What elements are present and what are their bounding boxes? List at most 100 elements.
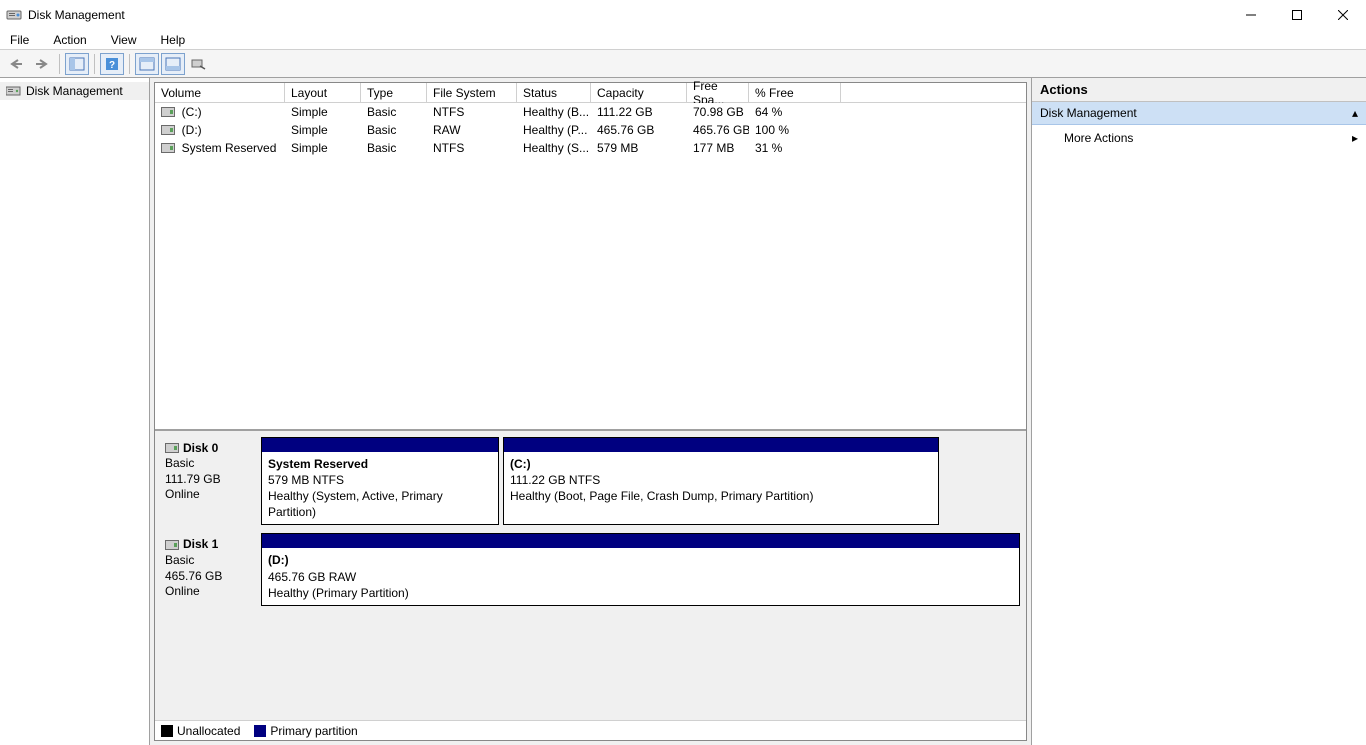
partition-name: (C:) — [510, 456, 932, 472]
actions-header: Actions — [1032, 78, 1366, 102]
cell-type: Basic — [361, 140, 427, 156]
col-layout[interactable]: Layout — [285, 83, 361, 102]
cell-capacity: 579 MB — [591, 140, 687, 156]
window-title: Disk Management — [28, 8, 125, 22]
disk-state: Online — [165, 487, 253, 503]
close-button[interactable] — [1320, 0, 1366, 30]
col-capacity[interactable]: Capacity — [591, 83, 687, 102]
partition-detail: 111.22 GB NTFS — [510, 472, 932, 488]
col-status[interactable]: Status — [517, 83, 591, 102]
cell-volume: System Reserved — [182, 141, 277, 155]
partition-name: (D:) — [268, 552, 1013, 568]
center-pane: Volume Layout Type File System Status Ca… — [150, 78, 1032, 745]
col-type[interactable]: Type — [361, 83, 427, 102]
disk-icon — [165, 443, 179, 453]
cell-pct: 31 % — [749, 140, 841, 156]
partition-status: Healthy (Primary Partition) — [268, 585, 1013, 601]
settings-button[interactable] — [187, 53, 211, 75]
menubar: File Action View Help — [0, 30, 1366, 50]
toolbar: ? — [0, 50, 1366, 78]
maximize-button[interactable] — [1274, 0, 1320, 30]
partition-bar — [504, 438, 938, 452]
volume-table-header: Volume Layout Type File System Status Ca… — [155, 83, 1026, 103]
disk-management-icon — [6, 84, 22, 98]
partition[interactable]: System Reserved 579 MB NTFS Healthy (Sys… — [261, 437, 499, 526]
disk-state: Online — [165, 584, 253, 600]
cell-layout: Simple — [285, 104, 361, 120]
collapse-icon: ▴ — [1352, 106, 1358, 120]
legend-label-primary: Primary partition — [270, 724, 357, 738]
app-icon — [6, 7, 22, 23]
forward-button[interactable] — [30, 53, 54, 75]
col-filesystem[interactable]: File System — [427, 83, 517, 102]
disk-info[interactable]: Disk 1 Basic 465.76 GB Online — [161, 533, 257, 606]
partition-bar — [262, 438, 498, 452]
actions-section[interactable]: Disk Management ▴ — [1032, 102, 1366, 125]
disk-row: Disk 0 Basic 111.79 GB Online System Res… — [161, 437, 1020, 526]
cell-type: Basic — [361, 104, 427, 120]
cell-status: Healthy (B... — [517, 104, 591, 120]
menu-action[interactable]: Action — [49, 31, 90, 49]
help-button[interactable]: ? — [100, 53, 124, 75]
cell-layout: Simple — [285, 122, 361, 138]
view-toggle-2-button[interactable] — [135, 53, 159, 75]
legend-swatch-primary — [254, 725, 266, 737]
partition[interactable]: (D:) 465.76 GB RAW Healthy (Primary Part… — [261, 533, 1020, 606]
partition[interactable]: (C:) 111.22 GB NTFS Healthy (Boot, Page … — [503, 437, 939, 526]
disk-graphical-area: Disk 0 Basic 111.79 GB Online System Res… — [155, 429, 1026, 720]
disk-name: Disk 1 — [183, 537, 218, 553]
tree-pane: Disk Management — [0, 78, 150, 745]
cell-fs: RAW — [427, 122, 517, 138]
disk-info[interactable]: Disk 0 Basic 111.79 GB Online — [161, 437, 257, 526]
cell-fs: NTFS — [427, 104, 517, 120]
cell-fs: NTFS — [427, 140, 517, 156]
table-row[interactable]: System Reserved Simple Basic NTFS Health… — [155, 139, 1026, 157]
volume-table-body: (C:) Simple Basic NTFS Healthy (B... 111… — [155, 103, 1026, 429]
disk-type: Basic — [165, 553, 253, 569]
minimize-button[interactable] — [1228, 0, 1274, 30]
col-free[interactable]: Free Spa... — [687, 83, 749, 102]
actions-section-label: Disk Management — [1040, 106, 1137, 120]
legend: Unallocated Primary partition — [155, 720, 1026, 740]
menu-help[interactable]: Help — [157, 31, 190, 49]
view-toggle-3-button[interactable] — [161, 53, 185, 75]
cell-capacity: 111.22 GB — [591, 104, 687, 120]
svg-text:?: ? — [109, 60, 115, 71]
legend-label-unallocated: Unallocated — [177, 724, 240, 738]
chevron-right-icon: ▸ — [1352, 131, 1358, 145]
table-row[interactable]: (C:) Simple Basic NTFS Healthy (B... 111… — [155, 103, 1026, 121]
col-volume[interactable]: Volume — [155, 83, 285, 102]
cell-free: 465.76 GB — [687, 122, 749, 138]
disk-size: 111.79 GB — [165, 472, 253, 488]
partition-status: Healthy (Boot, Page File, Crash Dump, Pr… — [510, 488, 932, 504]
view-toggle-1-button[interactable] — [65, 53, 89, 75]
cell-volume: (C:) — [182, 105, 202, 119]
disk-row: Disk 1 Basic 465.76 GB Online (D:) 465.7… — [161, 533, 1020, 606]
cell-type: Basic — [361, 122, 427, 138]
menu-view[interactable]: View — [107, 31, 141, 49]
cell-volume: (D:) — [182, 123, 202, 137]
cell-free: 70.98 GB — [687, 104, 749, 120]
disk-size: 465.76 GB — [165, 569, 253, 585]
disk-name: Disk 0 — [183, 441, 218, 457]
titlebar: Disk Management — [0, 0, 1366, 30]
actions-more-label: More Actions — [1064, 131, 1133, 145]
tree-item-disk-management[interactable]: Disk Management — [0, 82, 149, 100]
disk-icon — [165, 540, 179, 550]
menu-file[interactable]: File — [6, 31, 33, 49]
table-row[interactable]: (D:) Simple Basic RAW Healthy (P... 465.… — [155, 121, 1026, 139]
partition-detail: 579 MB NTFS — [268, 472, 492, 488]
drive-icon — [161, 125, 175, 135]
cell-pct: 100 % — [749, 122, 841, 138]
cell-status: Healthy (P... — [517, 122, 591, 138]
partition-status: Healthy (System, Active, Primary Partiti… — [268, 488, 492, 520]
cell-free: 177 MB — [687, 140, 749, 156]
cell-pct: 64 % — [749, 104, 841, 120]
partition-bar — [262, 534, 1019, 548]
col-pctfree[interactable]: % Free — [749, 83, 841, 102]
drive-icon — [161, 107, 175, 117]
legend-swatch-unallocated — [161, 725, 173, 737]
back-button[interactable] — [4, 53, 28, 75]
actions-more[interactable]: More Actions ▸ — [1032, 125, 1366, 151]
cell-layout: Simple — [285, 140, 361, 156]
